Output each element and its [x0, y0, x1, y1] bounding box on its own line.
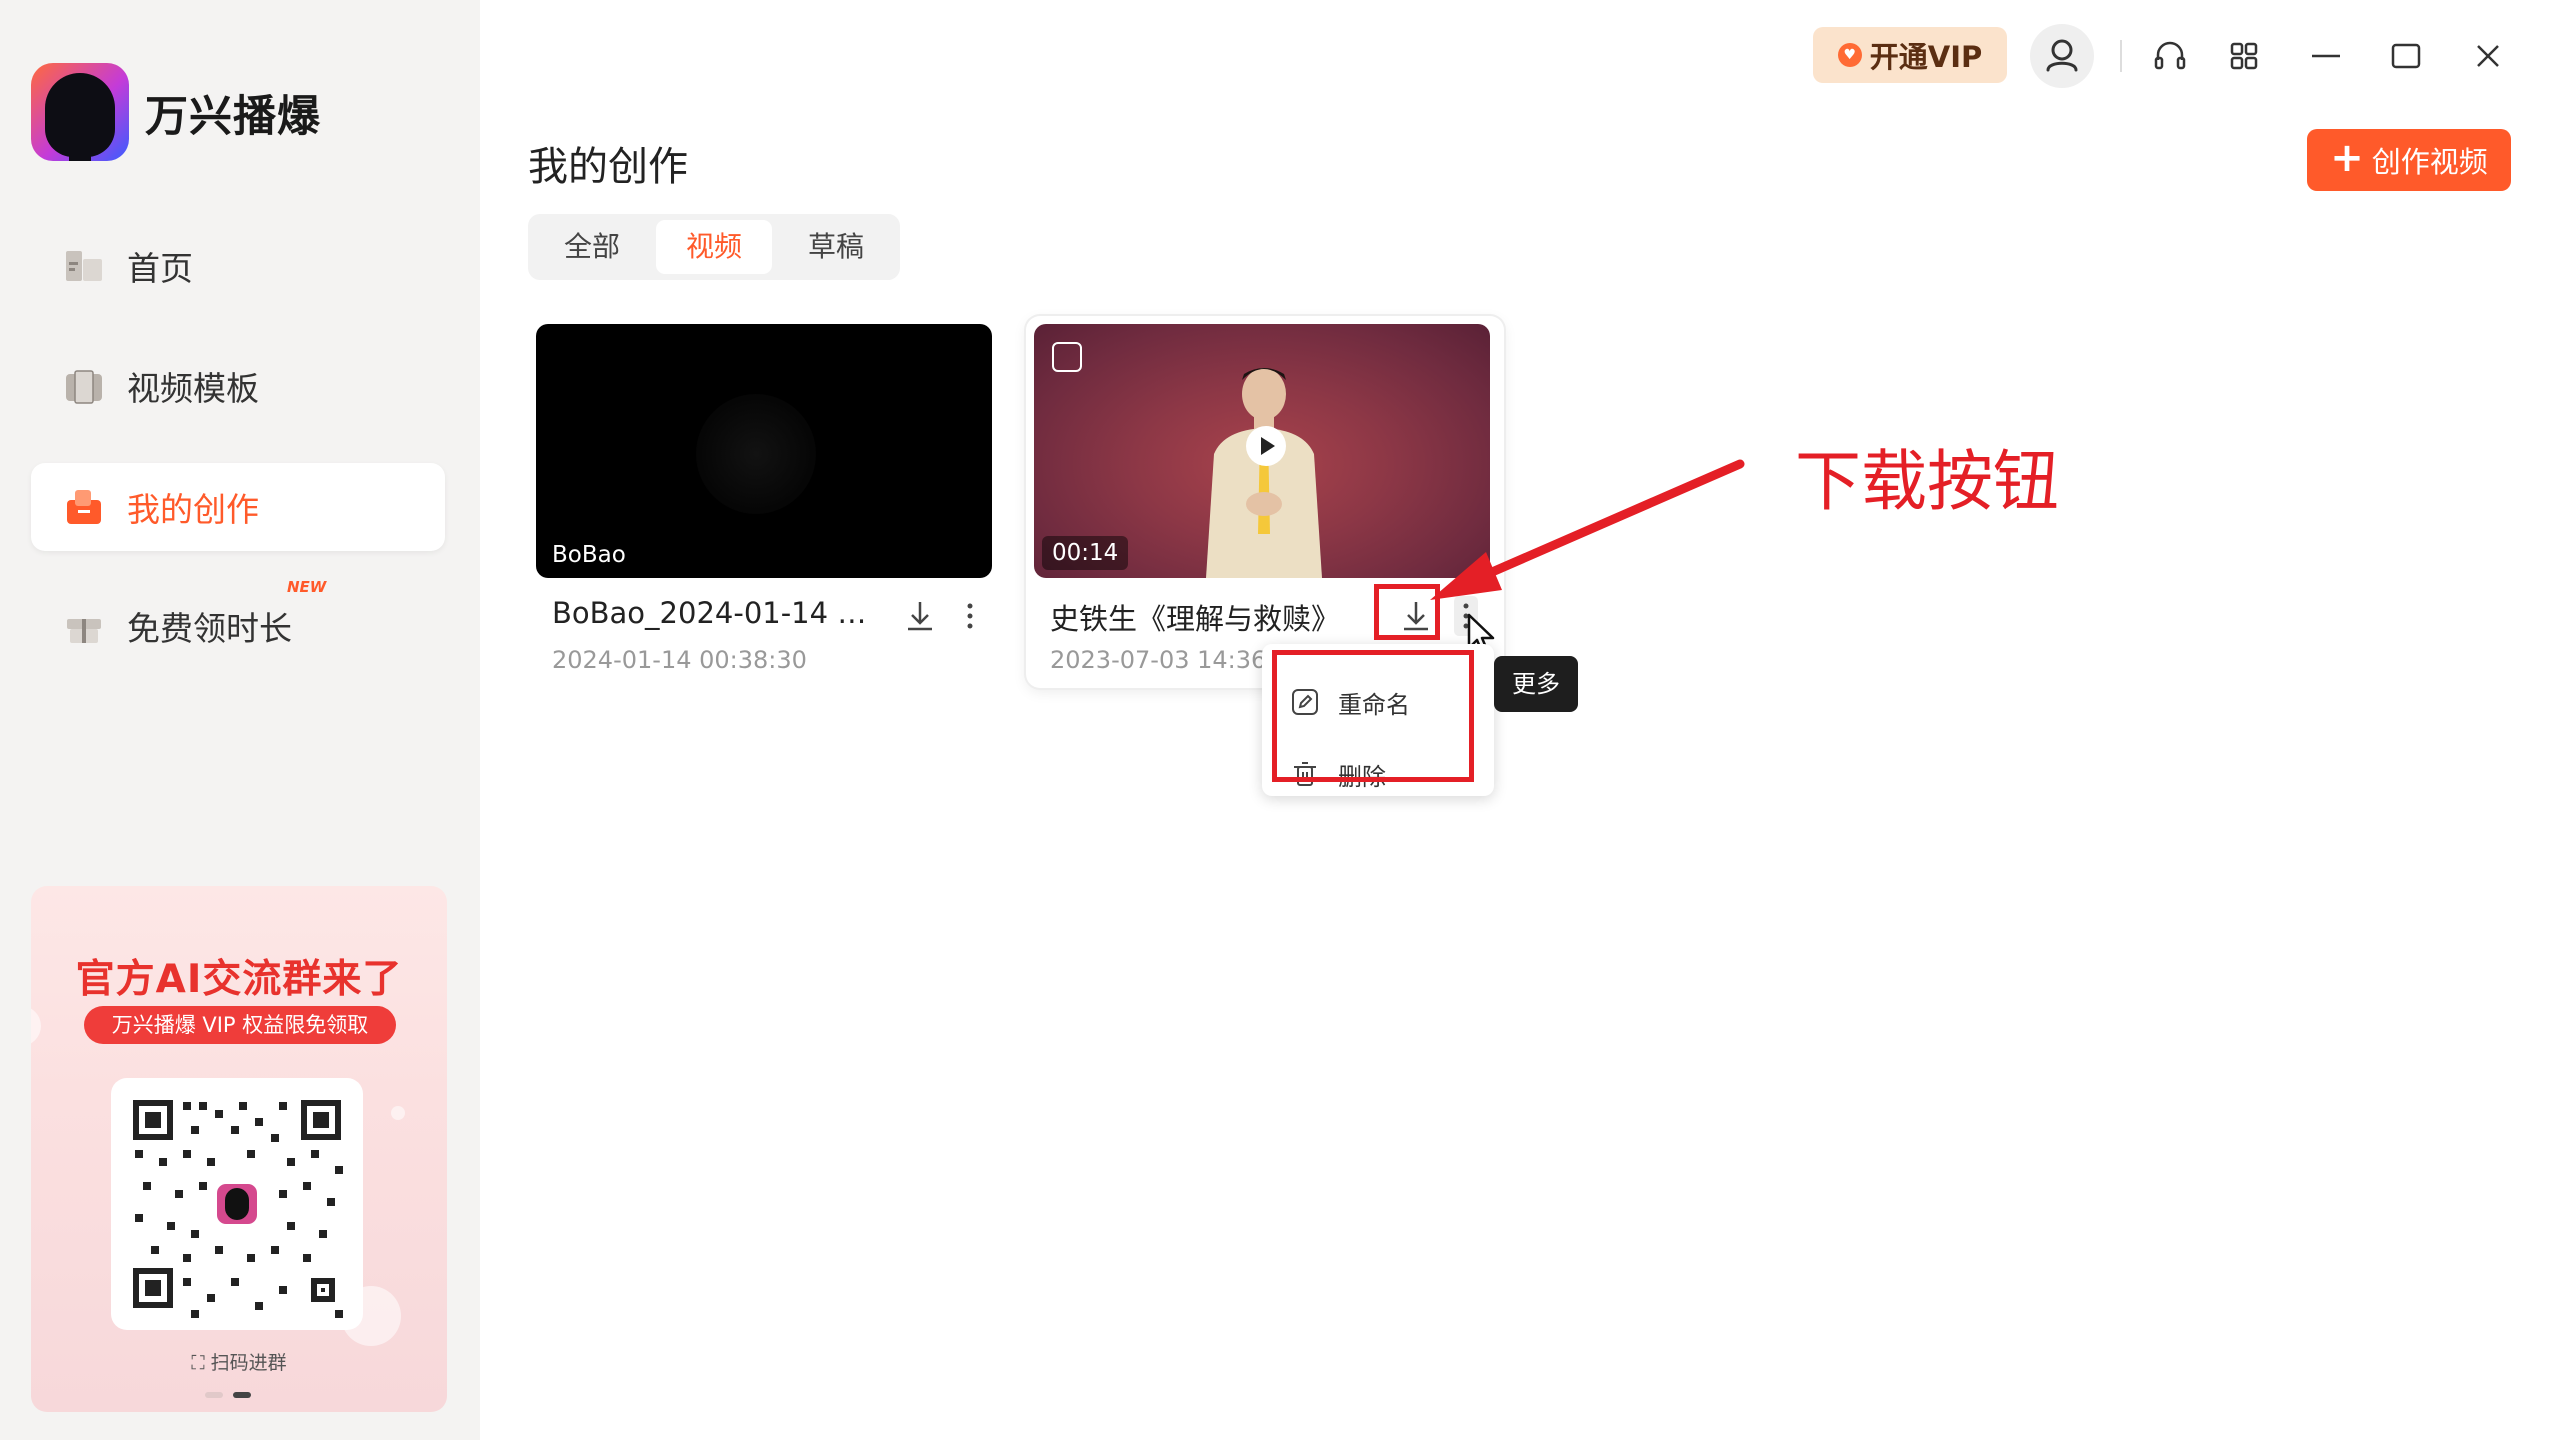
close-icon[interactable]: [2466, 34, 2510, 78]
vip-heart-icon: ♥: [1837, 43, 1862, 67]
user-avatar-button[interactable]: [2030, 24, 2094, 88]
sidebar-item-label: 视频模板: [127, 369, 259, 408]
download-icon[interactable]: [898, 594, 942, 638]
sidebar-item-label: 首页: [127, 249, 193, 288]
scan-icon: ⛶: [191, 1352, 211, 1374]
promo-card[interactable]: 官方AI交流群来了 万兴播爆 VIP 权益限免领取 ⛶ 扫码进群: [31, 886, 447, 1412]
video-title: 史铁生《理解与救赎》: [1050, 602, 1341, 636]
play-icon[interactable]: [1246, 426, 1286, 466]
tab-drafts[interactable]: 草稿: [778, 220, 894, 274]
tab-all[interactable]: 全部: [534, 220, 650, 274]
video-thumbnail[interactable]: BoBao: [536, 324, 992, 578]
promo-title: 官方AI交流群来了: [75, 957, 403, 1002]
video-date: 2023-07-03 14:36:: [1050, 646, 1275, 674]
more-tooltip: 更多: [1494, 656, 1578, 712]
promo-subtitle: 万兴播爆 VIP 权益限免领取: [84, 1006, 396, 1044]
carousel-dots[interactable]: [205, 1392, 251, 1398]
app-logo: [31, 63, 129, 161]
sidebar-item-home[interactable]: 首页: [31, 222, 445, 310]
thumbnail-shadow: [696, 394, 816, 514]
decor-bubble: [391, 1106, 405, 1120]
home-icon: [66, 251, 102, 281]
create-video-label: 创作视频: [2371, 145, 2488, 179]
menu-highlight-box: [1272, 650, 1474, 782]
filter-tabs: 全部 视频 草稿: [528, 214, 900, 280]
apps-grid-icon[interactable]: [2222, 34, 2266, 78]
headset-icon[interactable]: [2148, 34, 2192, 78]
app-name: 万兴播爆: [145, 92, 321, 142]
template-icon: [66, 370, 102, 404]
select-checkbox[interactable]: [1052, 342, 1082, 372]
maximize-icon[interactable]: [2384, 34, 2428, 78]
sidebar-item-label: 免费领时长: [127, 609, 292, 648]
minimize-icon[interactable]: [2304, 34, 2348, 78]
sidebar-item-templates[interactable]: 视频模板: [31, 342, 445, 430]
qr-code-icon: [133, 1100, 343, 1318]
video-duration: 00:14: [1042, 536, 1129, 570]
video-title: BoBao_2024-01-14 00...: [552, 596, 882, 630]
annotation-label: 下载按钮: [1795, 443, 2059, 520]
creation-icon: [67, 490, 101, 524]
tab-videos[interactable]: 视频: [656, 220, 772, 274]
annotation-arrow: [1430, 459, 1745, 600]
create-video-button[interactable]: + 创作视频: [2307, 129, 2511, 191]
carousel-dot-active[interactable]: [233, 1392, 251, 1398]
scan-label: ⛶ 扫码进群: [191, 1352, 287, 1374]
thumbnail-label: BoBao: [552, 542, 626, 568]
person-figure: [1206, 368, 1322, 578]
more-icon[interactable]: [958, 594, 982, 638]
decor-bubble: [31, 1006, 41, 1046]
gift-icon: [67, 619, 101, 643]
carousel-dot[interactable]: [205, 1392, 223, 1398]
sidebar-item-label: 我的创作: [127, 490, 259, 529]
new-badge: NEW: [287, 578, 327, 596]
vip-label: 开通VIP: [1869, 40, 1983, 74]
qr-code: [111, 1078, 363, 1330]
video-card[interactable]: BoBao BoBao_2024-01-14 00... 2024-01-14 …: [528, 316, 1006, 688]
page-title: 我的创作: [528, 144, 688, 190]
video-date: 2024-01-14 00:38:30: [552, 646, 807, 674]
plus-icon: +: [2330, 135, 2364, 181]
user-icon: [2046, 39, 2078, 72]
vip-button[interactable]: ♥ 开通VIP: [1813, 27, 2007, 83]
sidebar-item-free-time[interactable]: 免费领时长 NEW: [31, 578, 445, 670]
header-divider: [2120, 40, 2122, 72]
sidebar-item-my-creations[interactable]: 我的创作: [31, 463, 445, 551]
sidebar: 万兴播爆 首页 视频模板 我的创作 免费领时长 NEW 官方AI交流群来了 万兴…: [0, 0, 480, 1440]
